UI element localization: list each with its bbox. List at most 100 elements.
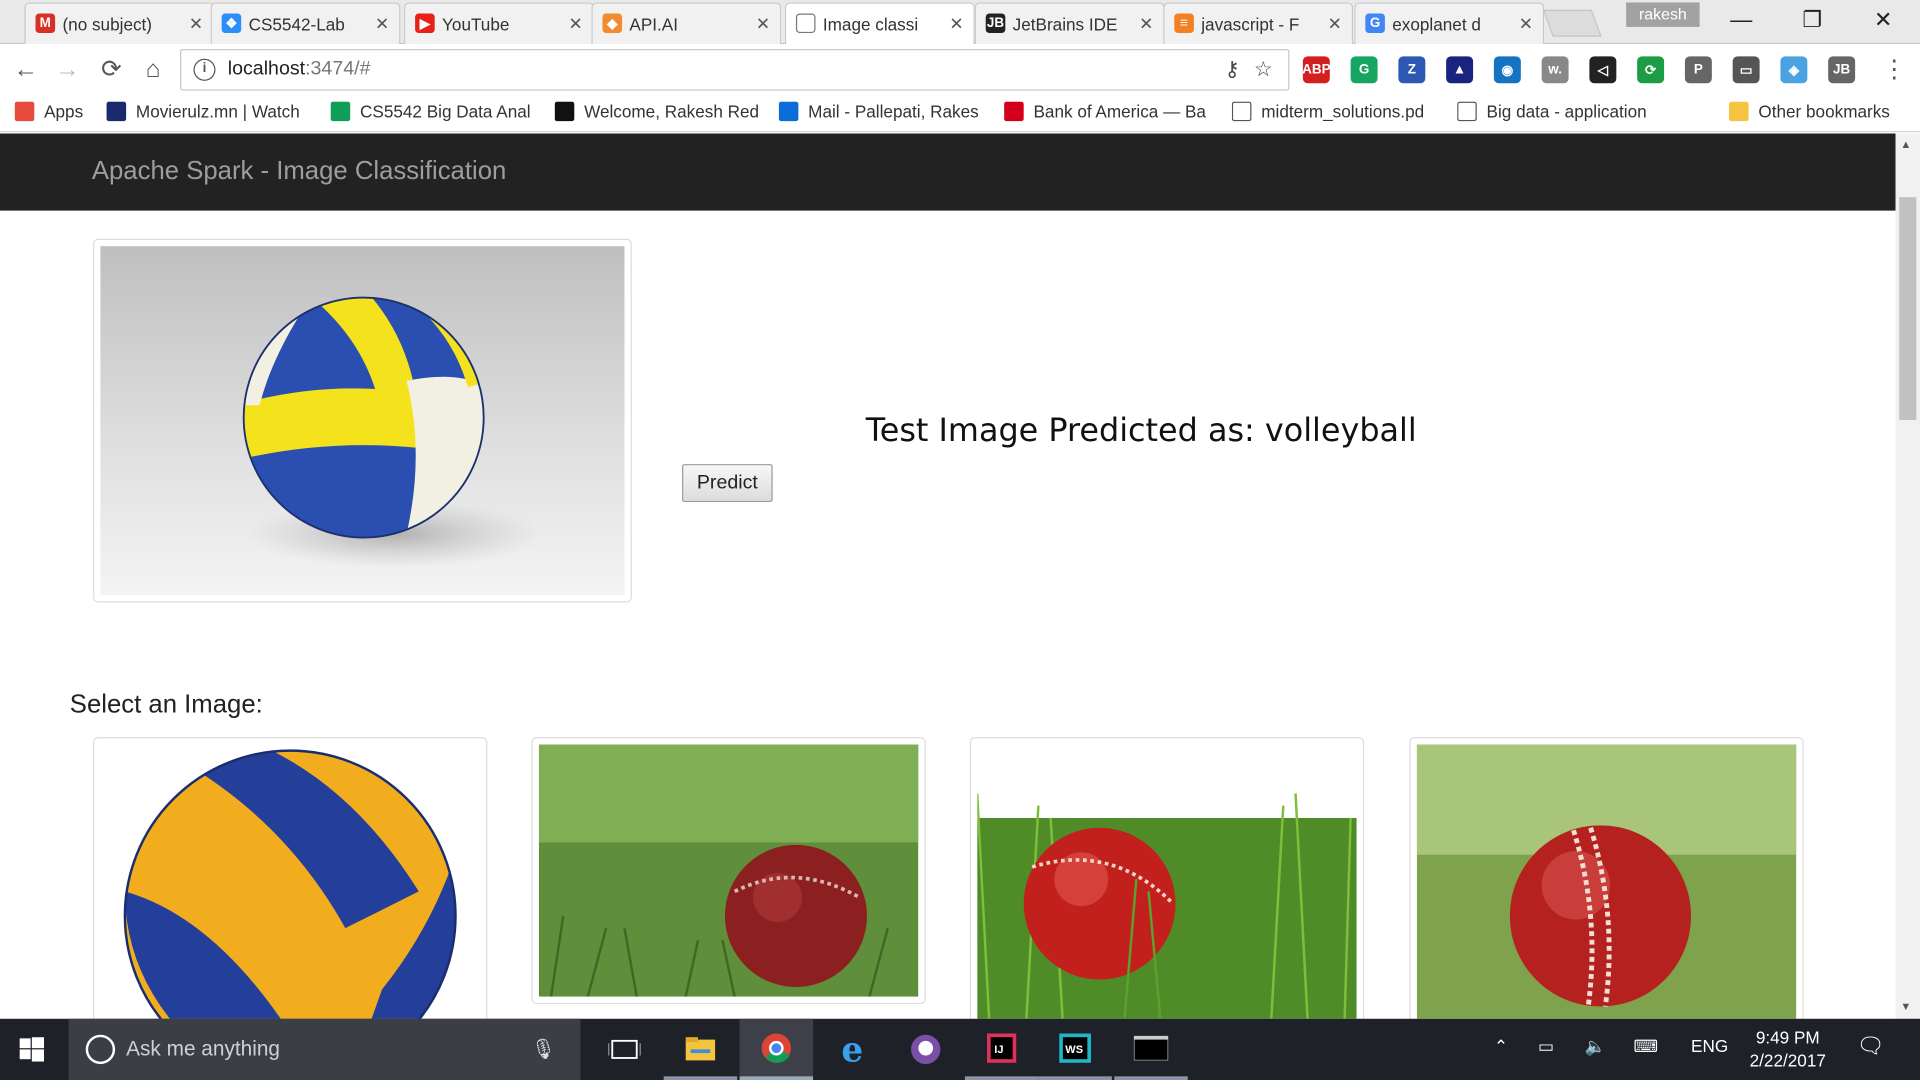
restore-icon[interactable]: ❐ [1788,7,1837,33]
windows-taskbar: Ask me anything 🎙 e IJ WS ⌃ ▭ 🔈 ⌨ ENG 9:… [0,1018,1920,1080]
bookmark-5[interactable]: Mail - Pallepati, Rakes [778,101,979,122]
reload-icon[interactable]: ⟳ [96,54,128,86]
address-bar[interactable]: i localhost:3474/# ⚷ ☆ [180,48,1290,91]
new-tab-button[interactable] [1542,9,1602,37]
tab-8[interactable]: Gexoplanet d ✕ [1354,2,1545,45]
webstorm-icon[interactable]: WS [1038,1019,1112,1080]
chrome-icon[interactable] [739,1018,814,1080]
cast-icon[interactable]: ▭ [1732,56,1760,84]
scroll-up-icon[interactable]: ▲ [1900,138,1911,150]
tab-title: (no subject) [62,14,153,34]
gallery-item-2[interactable] [531,737,926,1005]
cmd-icon[interactable] [1114,1019,1188,1080]
language-indicator[interactable]: ENG [1691,1036,1728,1056]
volume-muted-icon[interactable]: 🔈 [1585,1036,1606,1057]
scroll-down-icon[interactable]: ▼ [1900,1000,1911,1012]
svg-text:IJ: IJ [994,1043,1003,1055]
sync-icon[interactable]: ⟳ [1637,56,1665,84]
tab-close-icon[interactable]: ✕ [1328,13,1342,34]
mail-icon [778,101,799,122]
tab-close-icon[interactable]: ✕ [189,13,203,34]
tab-1[interactable]: M (no subject) ✕ [24,2,215,45]
gallery-item-1[interactable] [93,737,488,1019]
url-host: localhost [227,58,306,80]
battery-icon[interactable]: ▭ [1538,1036,1554,1057]
gallery-image-cricket-ball-2[interactable] [977,744,1357,1019]
forward-icon[interactable]: → [51,54,83,86]
tab-2[interactable]: ❖ CS5542-Lab ✕ [210,2,401,45]
bookmark-star-icon[interactable]: ☆ [1254,58,1273,82]
tab-4[interactable]: ◆ API.AI ✕ [591,2,782,45]
pocket-icon[interactable]: P [1684,56,1712,84]
gallery-image-cricket-ball-1[interactable] [538,744,919,997]
bookmark-6[interactable]: Bank of America — Ba [1004,101,1206,122]
url-path: :3474/# [305,58,371,80]
task-view-icon[interactable] [588,1019,661,1080]
minimize-icon[interactable]: — [1717,7,1766,33]
clock[interactable]: 9:49 PM 2/22/2017 [1736,1026,1839,1073]
tray-chevron-icon[interactable]: ⌃ [1494,1036,1508,1057]
github-icon[interactable] [889,1019,962,1080]
sheets-icon [330,101,351,122]
grammarly-new-icon[interactable]: G [1350,56,1378,84]
dropbox-icon: ❖ [221,13,242,34]
profile-button[interactable]: rakesh [1626,2,1700,27]
other-bookmarks[interactable]: Other bookmarks [1728,101,1890,122]
gallery-item-3[interactable] [969,737,1365,1019]
predict-button[interactable]: Predict [682,464,773,503]
bookmark-2[interactable]: Movierulz.mn | Watch [106,101,300,122]
menu-icon[interactable]: ⋮ [1878,54,1910,86]
home-icon[interactable]: ⌂ [137,54,169,86]
tab-close-icon[interactable]: ✕ [1139,13,1153,34]
keyboard-icon[interactable]: ⌨ [1633,1036,1658,1057]
bookmark-7[interactable]: midterm_solutions.pd [1231,101,1424,122]
tab-title: exoplanet d [1392,14,1481,34]
action-center-icon[interactable]: 🗨 [1856,1033,1884,1059]
bookmark-3[interactable]: CS5542 Big Data Anal [330,101,531,122]
back-icon[interactable]: ← [10,54,42,86]
zotero-icon[interactable]: Z [1398,56,1426,84]
tab-5[interactable]: Image classi ✕ [784,2,975,45]
adblock-plus-icon[interactable]: ABP [1302,56,1331,84]
loop-icon[interactable]: ◉ [1493,56,1521,84]
bookmark-8[interactable]: Big data - application [1457,101,1647,122]
page-scrollbar[interactable]: ▲ ▼ [1895,133,1920,1019]
tab-3[interactable]: ▶ YouTube ✕ [404,2,594,45]
visual-studio-icon[interactable]: ◁ [1589,56,1617,84]
navbar-brand[interactable]: Apache Spark - Image Classification [92,157,506,186]
gallery-item-4[interactable] [1409,737,1804,1019]
gallery-image-cricket-ball-3[interactable] [1416,744,1797,1019]
tab-7[interactable]: ≡ javascript - F ✕ [1163,2,1354,45]
windows-start-icon[interactable] [19,1037,45,1062]
prediction-result: Test Image Predicted as: volleyball [865,412,1417,450]
stackoverflow-icon: ≡ [1174,13,1194,34]
wordtune-icon[interactable]: w. [1541,56,1569,84]
test-image-thumbnail [93,238,632,603]
tab-close-icon[interactable]: ✕ [568,13,582,34]
tab-6[interactable]: JB JetBrains IDE ✕ [974,2,1165,45]
intellij-icon[interactable]: IJ [964,1019,1039,1080]
zoom-icon[interactable]: ▲ [1446,56,1474,84]
jetbrains-ext-icon[interactable]: JB [1828,56,1856,84]
info-icon[interactable]: i [193,58,216,81]
edge-icon[interactable]: e [816,1019,889,1080]
scroll-thumb[interactable] [1899,197,1917,421]
tab-close-icon[interactable]: ✕ [949,13,963,34]
page-content: Apache Spark - Image Classification Pred… [0,133,1896,1019]
bookmark-label: Movierulz.mn | Watch [135,101,300,122]
screen: rakesh — ❐ ✕ M (no subject) ✕ ❖ CS5542-Lab ✕ ▶… [0,0,1920,1080]
bookmark-1[interactable]: Apps [14,101,83,122]
tab-close-icon[interactable]: ✕ [756,13,770,34]
bookmark-4[interactable]: Welcome, Rakesh Red [554,101,759,122]
tab-close-icon[interactable]: ✕ [375,13,389,34]
bookmark-label: Big data - application [1486,101,1647,122]
tab-close-icon[interactable]: ✕ [1519,13,1533,34]
gallery-image-mikasa-volleyball[interactable] [100,744,481,1019]
microphone-icon[interactable]: 🎙 [531,1037,556,1061]
file-explorer-icon[interactable] [663,1019,738,1080]
key-icon[interactable]: ⚷ [1225,58,1240,82]
cortana-search-box[interactable]: Ask me anything 🎙 [68,1018,581,1080]
search-placeholder: Ask me anything [126,1037,281,1061]
edge-ext-icon[interactable]: ◈ [1780,56,1808,84]
close-window-icon[interactable]: ✕ [1859,7,1908,33]
